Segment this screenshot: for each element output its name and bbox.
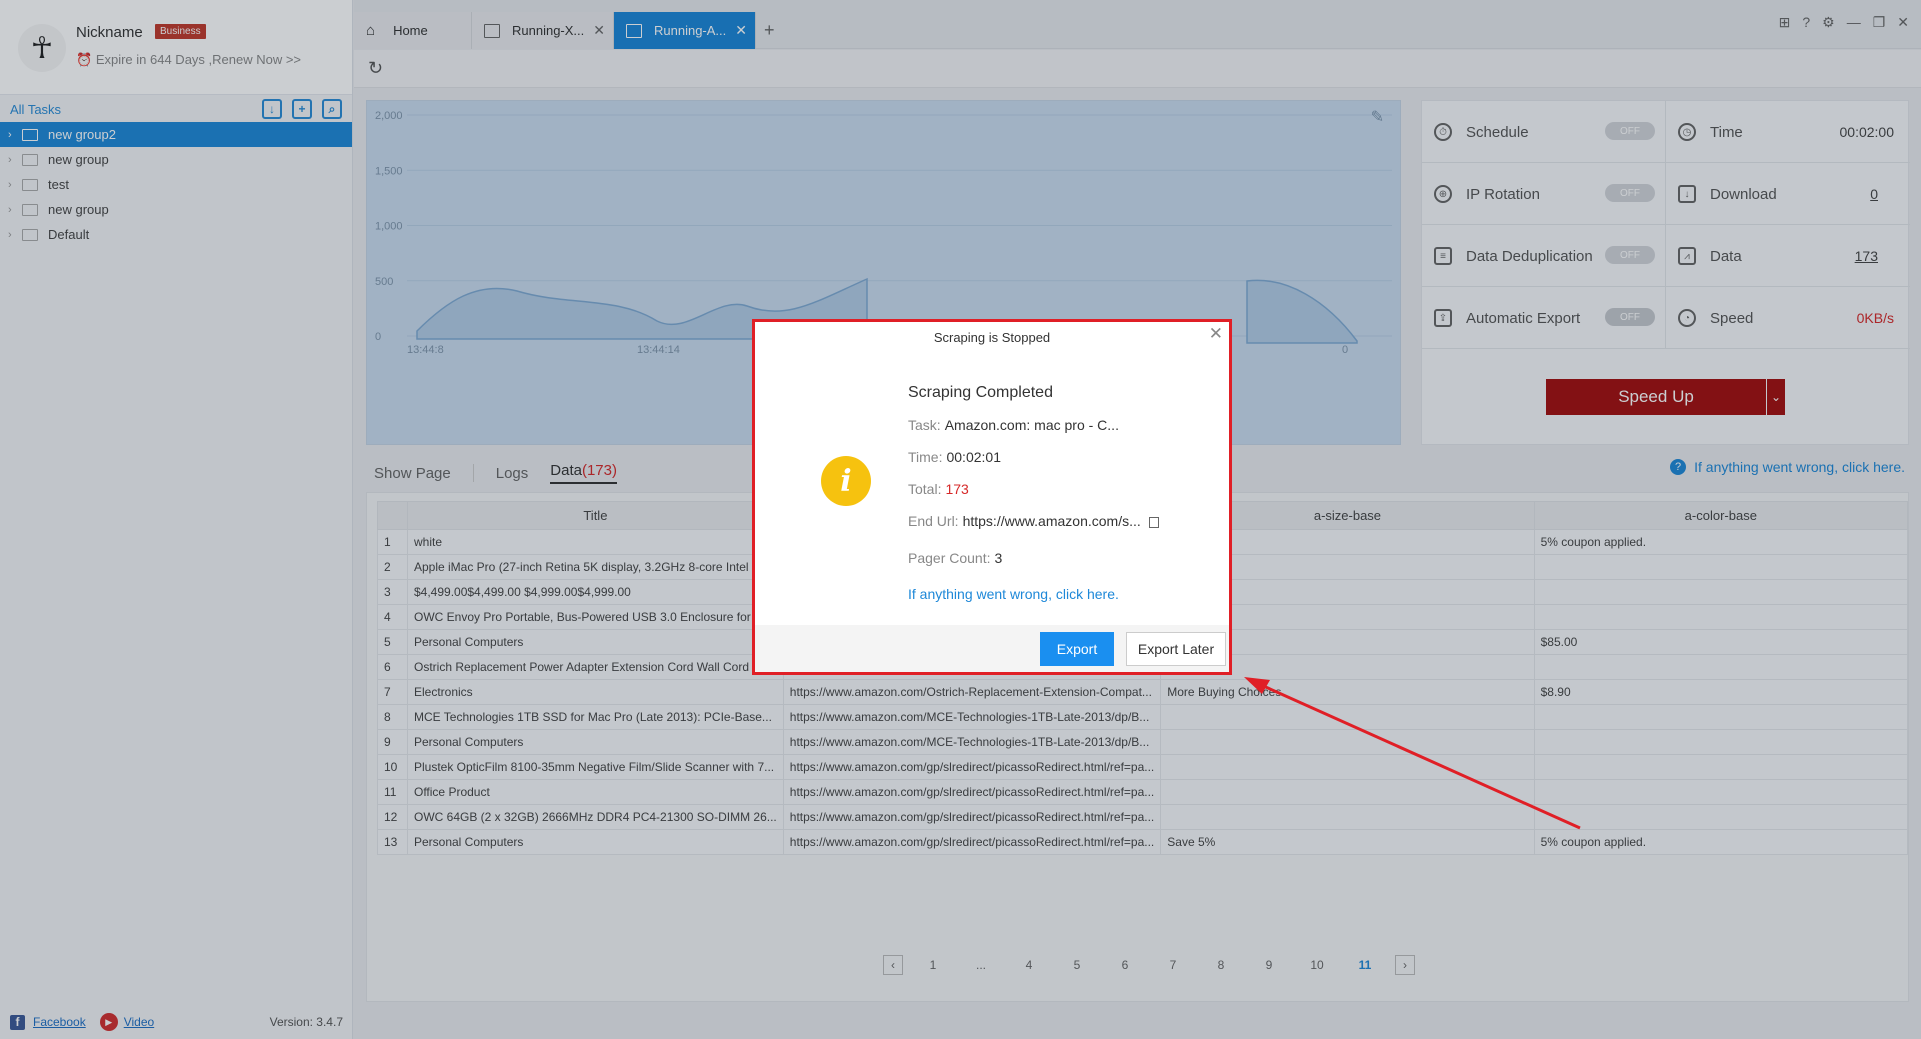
time-label: Time: [908,449,943,465]
pager-count-row: Pager Count: 3 [908,550,1002,566]
export-button[interactable]: Export [1040,632,1114,666]
pager-count-value: 3 [994,550,1003,566]
info-icon: i [821,456,871,506]
time-value: 00:02:01 [946,449,1001,465]
dialog-title: Scraping is Stopped [933,330,1051,345]
export-later-button[interactable]: Export Later [1126,632,1226,666]
close-icon[interactable]: ✕ [1209,324,1223,344]
scraping-stopped-dialog: Scraping is Stopped ✕ i Scraping Complet… [752,319,1232,675]
total-value: 173 [945,481,969,497]
annotation-arrow-head [1244,677,1270,694]
annotation-arrow-line [1249,678,1581,830]
end-url-label: End Url: [908,513,959,529]
dialog-heading: Scraping Completed [908,384,1053,401]
app-window: ☥ Nickname Business ⏰ Expire in 644 Days… [0,0,1921,1039]
end-url-row: End Url: https://www.amazon.com/s... [908,513,1159,529]
dialog-footer: Export Export Later [755,625,1229,672]
copy-icon[interactable] [1148,516,1159,528]
pager-count-label: Pager Count: [908,550,991,566]
task-value: Amazon.com: mac pro - C... [944,417,1119,433]
end-url-value: https://www.amazon.com/s... [962,513,1141,529]
task-label: Task: [908,417,941,433]
total-label: Total: [908,481,942,497]
dialog-help-link[interactable]: If anything went wrong, click here. [908,586,1119,602]
total-row: Total: 173 [908,481,969,497]
task-row: Task: Amazon.com: mac pro - C... [908,417,1119,433]
time-row: Time: 00:02:01 [908,449,1001,465]
